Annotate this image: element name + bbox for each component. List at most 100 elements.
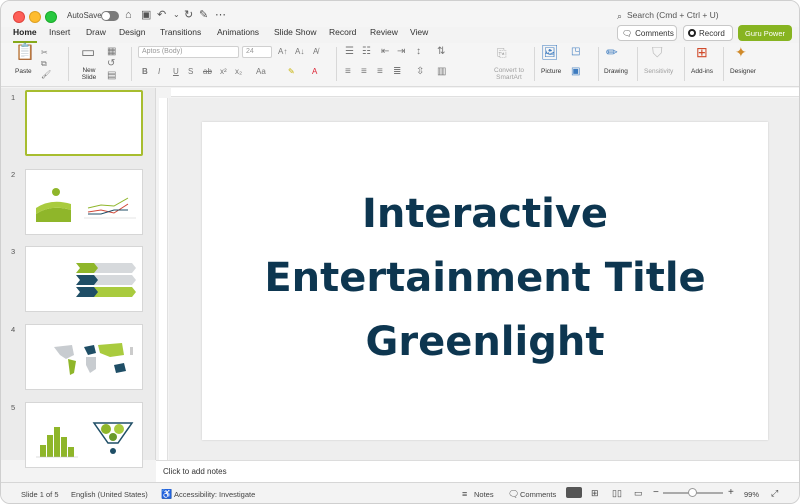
vertical-ruler[interactable] bbox=[159, 98, 168, 460]
format-painter-icon[interactable]: ✎ bbox=[199, 9, 208, 21]
smartart-icon[interactable]: ⎘ bbox=[497, 47, 507, 59]
zoom-slider-handle[interactable] bbox=[688, 488, 697, 497]
underline-icon[interactable]: U bbox=[173, 67, 179, 77]
home-icon[interactable]: ⌂ bbox=[125, 9, 132, 21]
slide-thumbnail-2[interactable] bbox=[25, 169, 143, 235]
reading-view-icon[interactable]: ▯▯ bbox=[612, 488, 622, 499]
font-size-field[interactable]: 24 bbox=[242, 46, 272, 58]
zoom-in-icon[interactable]: + bbox=[728, 487, 734, 498]
autosave-toggle[interactable] bbox=[101, 11, 119, 21]
slide-title-line-2: Entertainment Title bbox=[264, 255, 706, 301]
align-right-icon[interactable]: ≡ bbox=[377, 67, 383, 77]
search-input[interactable]: Search (Cmd + Ctrl + U) bbox=[627, 10, 719, 20]
zoom-level[interactable]: 99% bbox=[744, 490, 759, 499]
decrease-indent-icon[interactable]: ⇤ bbox=[381, 47, 389, 57]
tab-transitions[interactable]: Transitions bbox=[160, 27, 201, 37]
divider bbox=[684, 47, 685, 81]
font-name-field[interactable]: Aptos (Body) bbox=[138, 46, 239, 58]
reset-icon[interactable]: ↺ bbox=[107, 59, 115, 69]
divider bbox=[534, 47, 535, 81]
thumbnail-5-graphic bbox=[36, 422, 134, 458]
justify-icon[interactable]: ≣ bbox=[393, 67, 401, 77]
paste-icon[interactable]: 📋 bbox=[15, 45, 35, 61]
close-window-button[interactable] bbox=[13, 11, 25, 23]
tab-design[interactable]: Design bbox=[119, 27, 145, 37]
notes-toggle[interactable]: Notes bbox=[474, 490, 494, 499]
tab-view[interactable]: View bbox=[410, 27, 428, 37]
tab-review[interactable]: Review bbox=[370, 27, 398, 37]
addins-icon[interactable]: ⊞ bbox=[696, 45, 708, 59]
copy-icon[interactable]: ⧉ bbox=[41, 59, 47, 69]
cut-icon[interactable]: ✂ bbox=[41, 48, 48, 58]
undo-icon[interactable]: ↶ bbox=[157, 9, 166, 21]
tab-slide-show[interactable]: Slide Show bbox=[274, 27, 317, 37]
subscript-icon[interactable]: x₂ bbox=[235, 67, 242, 77]
align-text-icon[interactable]: ⇳ bbox=[416, 67, 424, 77]
picture-icon[interactable]: 🖼 bbox=[541, 45, 559, 59]
change-case-icon[interactable]: Aa bbox=[256, 67, 266, 77]
undo-dropdown-icon[interactable]: ⌄ bbox=[173, 9, 180, 21]
designer-icon[interactable]: ✦ bbox=[735, 45, 747, 59]
increase-font-icon[interactable]: A↑ bbox=[278, 47, 287, 57]
bullets-icon[interactable]: ☰ bbox=[345, 47, 354, 57]
text-direction-icon[interactable]: ⇅ bbox=[437, 47, 445, 57]
divider bbox=[336, 47, 337, 81]
tab-record[interactable]: Record bbox=[329, 27, 356, 37]
align-left-icon[interactable]: ≡ bbox=[345, 67, 351, 77]
slide-thumbnail-3[interactable] bbox=[25, 246, 143, 312]
highlight-icon[interactable]: ✎ bbox=[288, 67, 295, 77]
slide-thumbnail-5[interactable] bbox=[25, 402, 143, 468]
textbox-icon[interactable]: ▣ bbox=[571, 67, 580, 77]
slide-thumbnail-4[interactable] bbox=[25, 324, 143, 390]
ribbon-tabs: Home Insert Draw Design Transitions Anim… bbox=[1, 25, 799, 43]
strikethrough-icon[interactable]: ab bbox=[203, 67, 212, 77]
zoom-window-button[interactable] bbox=[45, 11, 57, 23]
guru-power-button[interactable]: Guru Power bbox=[738, 25, 792, 41]
clear-format-icon[interactable]: A̸ bbox=[313, 47, 318, 57]
slide-title[interactable]: Interactive Entertainment Title Greenlig… bbox=[202, 182, 768, 374]
layout-icon[interactable]: ▦ bbox=[107, 47, 116, 57]
comments-button[interactable]: 🗨 Comments bbox=[617, 25, 677, 41]
align-center-icon[interactable]: ≡ bbox=[361, 67, 367, 77]
fit-to-window-icon[interactable]: ⤢ bbox=[771, 488, 778, 499]
record-button[interactable]: Record bbox=[683, 25, 733, 41]
section-icon[interactable]: ▤ bbox=[107, 71, 116, 81]
accessibility-status[interactable]: Accessibility: Investigate bbox=[174, 490, 255, 499]
new-slide-icon[interactable]: ▭ bbox=[81, 45, 95, 60]
normal-view-icon[interactable] bbox=[566, 487, 582, 498]
numbering-icon[interactable]: ☷ bbox=[362, 47, 371, 57]
save-icon[interactable]: ▣ bbox=[141, 9, 151, 21]
italic-icon[interactable]: I bbox=[158, 67, 160, 77]
current-slide[interactable]: Interactive Entertainment Title Greenlig… bbox=[202, 122, 768, 440]
superscript-icon[interactable]: x² bbox=[220, 67, 227, 77]
slideshow-view-icon[interactable]: ▭ bbox=[634, 488, 643, 499]
addins-label: Add-ins bbox=[691, 68, 714, 75]
tab-home[interactable]: Home bbox=[13, 27, 37, 43]
horizontal-ruler[interactable] bbox=[171, 88, 799, 97]
zoom-out-icon[interactable]: − bbox=[653, 487, 659, 498]
increase-indent-icon[interactable]: ⇥ bbox=[397, 47, 405, 57]
line-spacing-icon[interactable]: ↕ bbox=[416, 47, 421, 57]
drawing-icon[interactable]: ✏ bbox=[606, 45, 618, 59]
more-icon[interactable]: ⋯ bbox=[215, 9, 226, 21]
font-color-icon[interactable]: A bbox=[312, 67, 317, 77]
shapes-icon[interactable]: ◳ bbox=[571, 47, 580, 57]
redo-icon[interactable]: ↻ bbox=[184, 9, 193, 21]
tab-insert[interactable]: Insert bbox=[49, 27, 70, 37]
format-brush-icon[interactable]: 🖌 bbox=[41, 70, 51, 80]
shadow-icon[interactable]: S bbox=[188, 67, 193, 77]
columns-icon[interactable]: ▥ bbox=[437, 67, 446, 77]
sensitivity-icon[interactable]: ⛉ bbox=[652, 45, 663, 59]
notes-pane[interactable]: Click to add notes bbox=[156, 460, 799, 482]
minimize-window-button[interactable] bbox=[29, 11, 41, 23]
decrease-font-icon[interactable]: A↓ bbox=[295, 47, 304, 57]
search-icon: ⌕ bbox=[617, 11, 623, 21]
bold-icon[interactable]: B bbox=[142, 67, 148, 77]
tab-draw[interactable]: Draw bbox=[86, 27, 106, 37]
tab-animations[interactable]: Animations bbox=[217, 27, 259, 37]
comments-toggle[interactable]: Comments bbox=[520, 490, 556, 499]
slide-thumbnail-1[interactable] bbox=[25, 90, 143, 156]
slide-sorter-icon[interactable]: ⊞ bbox=[591, 488, 599, 499]
language-indicator[interactable]: English (United States) bbox=[71, 490, 148, 499]
record-button-label: Record bbox=[699, 28, 725, 38]
